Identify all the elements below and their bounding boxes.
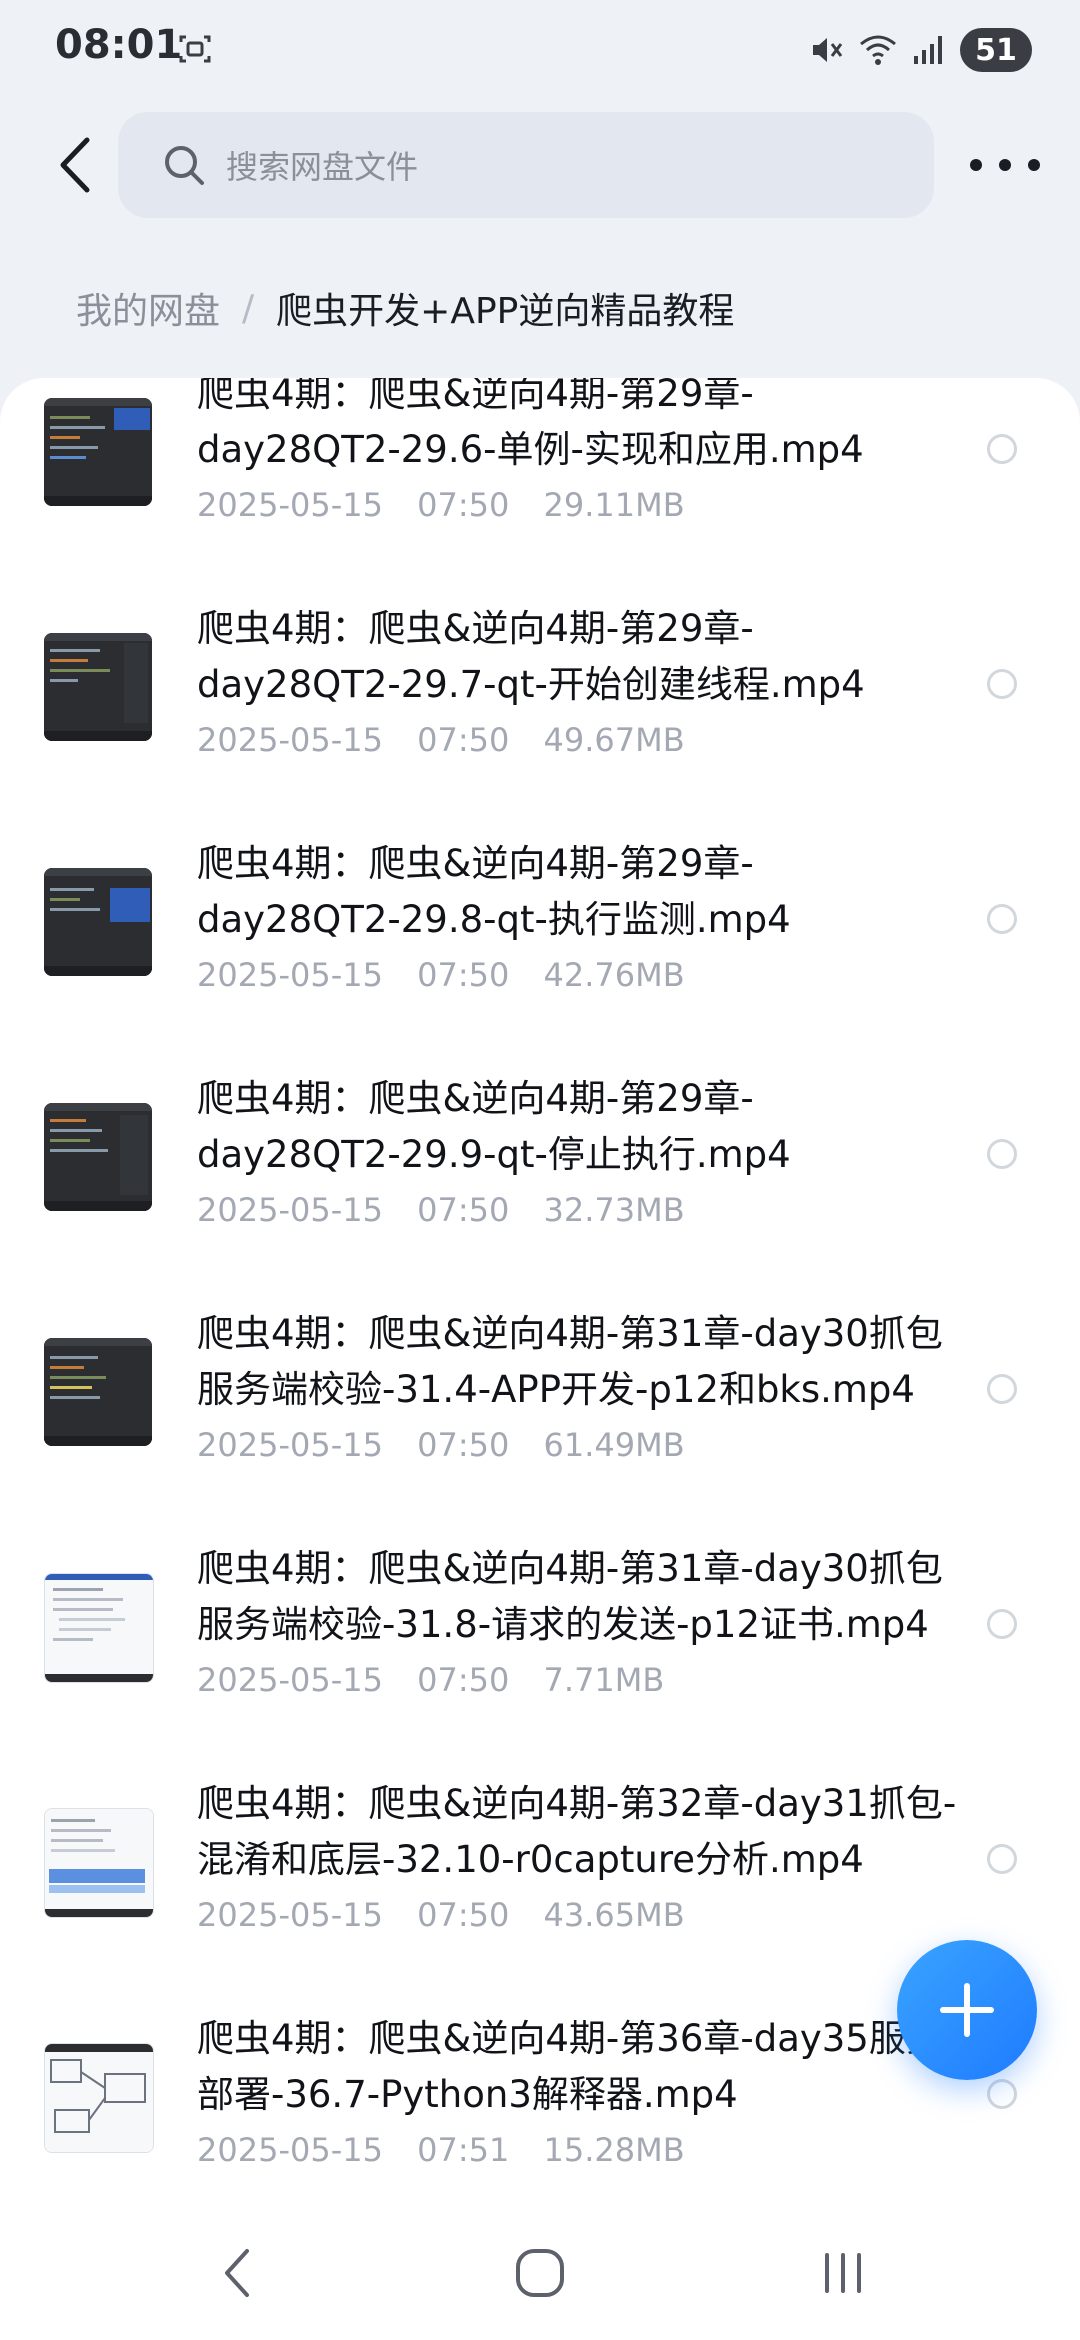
screenshot-capture-icon [179,35,211,63]
video-thumbnail [44,398,152,506]
file-meta: 2025-05-15 07:50 49.67MB [197,721,685,759]
file-time: 07:50 [417,956,510,994]
file-size: 15.28MB [543,2131,685,2169]
file-name: 爬虫4期：爬虫&逆向4期-第36章-day35服务部署-36.7-Python3… [197,2017,943,2116]
select-checkbox[interactable] [987,904,1017,934]
breadcrumb-root[interactable]: 我的网盘 [76,282,220,334]
file-meta: 2025-05-15 07:50 43.65MB [197,1896,685,1934]
nav-recents-icon [825,2253,861,2293]
file-row[interactable]: 爬虫4期：爬虫&逆向4期-第31章-day30抓包服务端校验-31.8-请求的发… [0,1547,1080,1788]
file-time: 07:50 [417,1896,510,1934]
file-time: 07:50 [417,1426,510,1464]
file-date: 2025-05-15 [197,486,383,524]
file-row[interactable]: 爬虫4期：爬虫&逆向4期-第29章-day28QT2-29.9-qt-停止执行.… [0,1077,1080,1318]
video-thumbnail [44,2043,154,2153]
video-thumbnail [44,1338,152,1446]
file-name: 爬虫4期：爬虫&逆向4期-第32章-day31抓包-混淆和底层-32.10-r0… [197,1782,957,1881]
file-size: 7.71MB [543,1661,665,1699]
video-thumbnail [44,1573,154,1683]
search-placeholder: 搜索网盘文件 [226,148,419,186]
mute-icon [813,38,843,62]
file-time: 07:50 [417,721,510,759]
select-checkbox[interactable] [987,2079,1017,2109]
file-time: 07:50 [417,1191,510,1229]
file-row[interactable]: 爬虫4期：爬虫&逆向4期-第29章-day28QT2-29.6-单例-实现和应用… [0,378,1080,613]
select-checkbox[interactable] [987,1374,1017,1404]
file-meta: 2025-05-15 07:50 42.76MB [197,956,685,994]
file-size: 49.67MB [543,721,685,759]
select-checkbox[interactable] [987,1609,1017,1639]
video-thumbnail [44,633,152,741]
file-name: 爬虫4期：爬虫&逆向4期-第29章-day28QT2-29.7-qt-开始创建线… [197,607,865,706]
breadcrumb-current: 爬虫开发+APP逆向精品教程 [276,291,735,332]
more-options-button[interactable] [970,140,1040,190]
status-icons: 51 [808,22,1032,78]
file-name: 爬虫4期：爬虫&逆向4期-第31章-day30抓包服务端校验-31.4-APP开… [197,1312,943,1411]
top-bar: 搜索网盘文件 [0,110,1080,220]
file-list: 爬虫4期：爬虫&逆向4期-第29章-day28QT2-29.6-单例-实现和应用… [0,378,1080,2188]
file-date: 2025-05-15 [197,956,383,994]
file-date: 2025-05-15 [197,1896,383,1934]
wifi-icon [860,35,896,65]
select-checkbox[interactable] [987,1844,1017,1874]
file-name: 爬虫4期：爬虫&逆向4期-第31章-day30抓包服务端校验-31.8-请求的发… [197,1547,943,1646]
select-checkbox[interactable] [987,1139,1017,1169]
select-checkbox[interactable] [987,669,1017,699]
plus-icon [940,1983,994,2037]
file-date: 2025-05-15 [197,1426,383,1464]
nav-back-button[interactable] [202,2238,272,2308]
more-dots-icon [970,159,982,171]
chevron-left-icon [60,137,90,193]
nav-home-button[interactable] [505,2238,575,2308]
nav-back-icon [225,2249,249,2297]
file-meta: 2025-05-15 07:50 29.11MB [197,486,685,524]
file-size: 43.65MB [543,1896,685,1934]
status-time: 08:01 [55,22,183,68]
file-size: 42.76MB [543,956,685,994]
file-row[interactable]: 爬虫4期：爬虫&逆向4期-第29章-day28QT2-29.7-qt-开始创建线… [0,607,1080,848]
status-bar: 08:01 51 [0,0,1080,100]
file-name: 爬虫4期：爬虫&逆向4期-第29章-day28QT2-29.8-qt-执行监测.… [197,842,791,941]
breadcrumb: 我的网盘 / 爬虫开发+APP逆向精品教程 [76,282,734,334]
battery-indicator: 51 [960,28,1032,72]
file-row[interactable]: 爬虫4期：爬虫&逆向4期-第29章-day28QT2-29.8-qt-执行监测.… [0,842,1080,1083]
select-checkbox[interactable] [987,434,1017,464]
breadcrumb-separator: / [242,287,255,329]
file-size: 32.73MB [543,1191,685,1229]
signal-icon [914,36,942,64]
nav-recents-button[interactable] [808,2238,878,2308]
file-date: 2025-05-15 [197,1191,383,1229]
file-date: 2025-05-15 [197,721,383,759]
search-icon [165,146,204,185]
system-nav-bar [0,2188,1080,2340]
file-meta: 2025-05-15 07:51 15.28MB [197,2131,685,2169]
file-time: 07:51 [417,2131,510,2169]
file-name: 爬虫4期：爬虫&逆向4期-第29章-day28QT2-29.9-qt-停止执行.… [197,1077,791,1176]
back-button[interactable] [40,130,110,200]
file-size: 29.11MB [543,486,685,524]
add-button[interactable] [897,1940,1037,2080]
file-meta: 2025-05-15 07:50 32.73MB [197,1191,685,1229]
video-thumbnail [44,868,152,976]
file-date: 2025-05-15 [197,2131,383,2169]
search-input[interactable]: 搜索网盘文件 [118,112,934,218]
video-thumbnail [44,1808,154,1918]
video-thumbnail [44,1103,152,1211]
file-meta: 2025-05-15 07:50 7.71MB [197,1661,664,1699]
file-size: 61.49MB [543,1426,685,1464]
file-date: 2025-05-15 [197,1661,383,1699]
file-meta: 2025-05-15 07:50 61.49MB [197,1426,685,1464]
file-time: 07:50 [417,486,510,524]
nav-home-icon [516,2249,564,2297]
file-time: 07:50 [417,1661,510,1699]
file-row[interactable]: 爬虫4期：爬虫&逆向4期-第31章-day30抓包服务端校验-31.4-APP开… [0,1312,1080,1553]
file-name: 爬虫4期：爬虫&逆向4期-第29章-day28QT2-29.6-单例-实现和应用… [197,378,864,471]
